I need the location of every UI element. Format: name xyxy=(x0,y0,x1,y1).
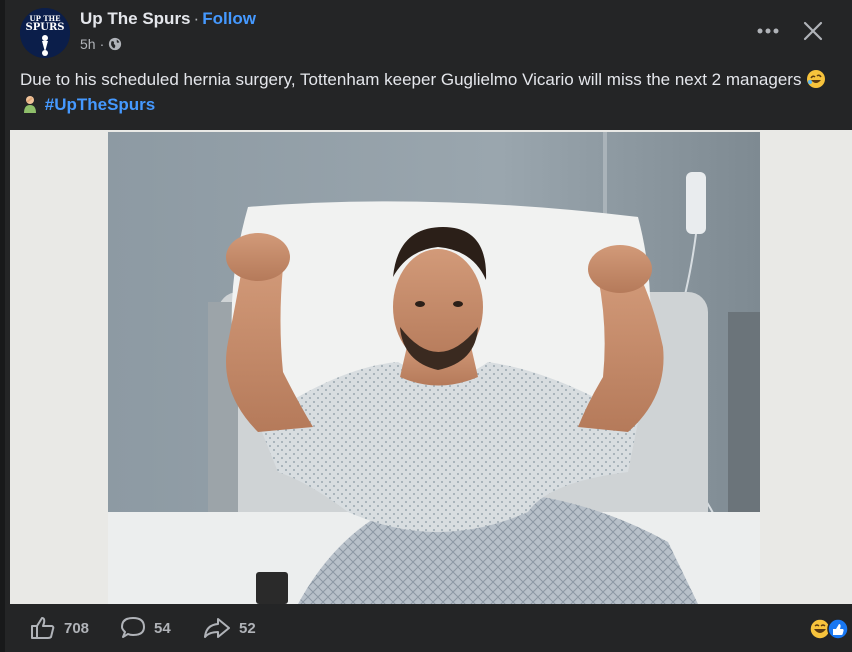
caption-text: Due to his scheduled hernia surgery, Tot… xyxy=(20,70,802,89)
reaction-summary[interactable] xyxy=(809,618,849,640)
close-button[interactable] xyxy=(798,16,828,46)
comment-icon xyxy=(121,617,145,638)
hospital-photo-image xyxy=(108,132,760,604)
more-options-button[interactable] xyxy=(750,16,786,46)
page-name-link[interactable]: Up The Spurs xyxy=(80,9,191,28)
post-actions-bar: 708 54 52 xyxy=(10,604,852,652)
post-image-area[interactable] xyxy=(10,130,852,604)
hashtag-link[interactable]: #UpTheSpurs xyxy=(45,95,156,114)
timestamp-link[interactable]: 5h xyxy=(80,36,96,52)
name-row: Up The Spurs · Follow xyxy=(80,9,256,29)
rolling-laughing-emoji-icon xyxy=(807,70,826,88)
svg-text:SPURS: SPURS xyxy=(26,22,65,33)
close-icon xyxy=(803,21,823,41)
reaction-icons xyxy=(809,618,849,640)
avatar[interactable]: UP THE SPURS xyxy=(20,8,70,58)
more-horizontal-icon xyxy=(757,28,779,34)
post-meta: 5h · xyxy=(80,36,122,52)
follow-button[interactable]: Follow xyxy=(202,9,256,28)
globe-icon[interactable] xyxy=(108,37,122,51)
post-card: UP THE SPURS Up The Spurs·Follow 5h · xyxy=(0,0,852,652)
post-caption: Due to his scheduled hernia surgery, Tot… xyxy=(20,67,840,117)
spurs-crest-icon: UP THE SPURS xyxy=(20,8,70,58)
like-count: 708 xyxy=(64,619,90,637)
share-button[interactable]: 52 xyxy=(203,616,256,640)
comment-count: 54 xyxy=(154,619,171,637)
share-count: 52 xyxy=(239,619,256,637)
share-icon xyxy=(204,618,230,638)
separator-dot: · xyxy=(193,9,200,28)
person-facepalm-emoji-icon xyxy=(24,96,36,113)
post-photo[interactable] xyxy=(108,132,760,604)
like-button[interactable]: 708 xyxy=(30,616,89,640)
comment-button[interactable]: 54 xyxy=(120,616,171,640)
post-header: UP THE SPURS Up The Spurs · Follow 5h · xyxy=(20,8,842,60)
meta-separator: · xyxy=(99,36,105,52)
thumbs-up-icon xyxy=(31,617,55,639)
